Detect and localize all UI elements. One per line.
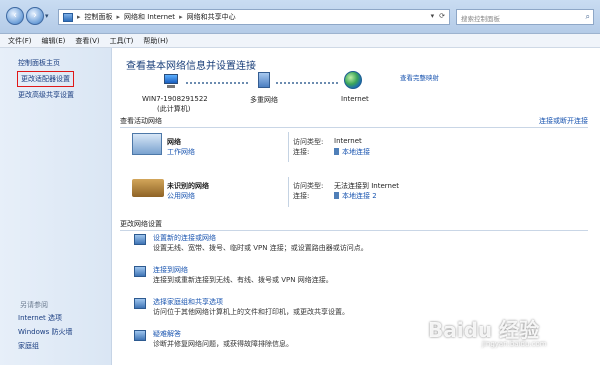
breadcrumb-control-panel[interactable]: 控制面板: [85, 12, 113, 22]
baidu-watermark: Baidu 经验: [428, 318, 540, 342]
menu-view[interactable]: 查看(V): [75, 36, 99, 46]
breadcrumb-separator: ▸: [77, 13, 81, 21]
connection-link-text: 本地连接: [342, 148, 370, 156]
connect-network-icon: [134, 266, 146, 277]
troubleshoot-icon: [134, 330, 146, 341]
sidebar-item-change-adapter-settings[interactable]: 更改适配器设置: [17, 71, 74, 87]
lan-icon: [334, 192, 339, 199]
connection-link[interactable]: 本地连接: [334, 147, 370, 157]
watermark-url: jingyan.baidu.com: [482, 340, 547, 348]
menu-edit[interactable]: 编辑(E): [42, 36, 66, 46]
breadcrumb-network-internet[interactable]: 网络和 Internet: [124, 12, 175, 22]
refresh-icon[interactable]: ⟳: [439, 12, 445, 20]
title-bar: ‹ › ▾ ▸ 控制面板 ▸ 网络和 Internet ▸ 网络和共享中心 ▾ …: [0, 0, 600, 34]
back-button[interactable]: ‹: [6, 7, 24, 25]
task-description: 设置无线、宽带、拨号、临时或 VPN 连接；或设置路由器或访问点。: [153, 244, 368, 252]
task-description: 诊断并修复网络问题，或获得故障排除信息。: [153, 340, 293, 348]
search-icon[interactable]: ⌕: [586, 12, 590, 22]
network-type-link[interactable]: 工作网络: [167, 147, 195, 157]
connection-link[interactable]: 本地连接 2: [334, 191, 377, 201]
menu-help[interactable]: 帮助(H): [143, 36, 168, 46]
breadcrumb-separator: ▸: [179, 13, 183, 21]
connection-link-text: 本地连接 2: [342, 192, 377, 200]
public-network-bench-icon: [132, 179, 164, 197]
divider: [288, 177, 289, 207]
internet-label: Internet: [341, 95, 369, 103]
network-label: 多重网络: [250, 96, 278, 104]
network-name: 网络: [167, 138, 181, 146]
search-placeholder: 搜索控制面板: [461, 15, 500, 23]
sidebar-item-control-panel-home[interactable]: 控制面板主页: [18, 58, 60, 68]
view-full-map-link[interactable]: 查看完整映射: [400, 72, 439, 82]
computer-icon: [164, 74, 184, 92]
network-name: 未识别的网络: [167, 182, 209, 190]
connection-label: 连接:: [293, 148, 310, 156]
menu-bar: 文件(F) 编辑(E) 查看(V) 工具(T) 帮助(H): [0, 34, 600, 48]
change-settings-title: 更改网络设置: [120, 220, 162, 228]
breadcrumb-separator: ▸: [116, 13, 121, 21]
access-type-label: 访问类型:: [293, 138, 324, 146]
task-title[interactable]: 疑难解答: [153, 329, 181, 339]
see-also-homegroup[interactable]: 家庭组: [18, 341, 39, 351]
history-dropdown-icon[interactable]: ▾: [45, 12, 49, 20]
control-panel-icon: [63, 12, 73, 22]
access-type-value: 无法连接到 Internet: [334, 182, 400, 190]
see-also-header: 另请参阅: [20, 301, 48, 309]
task-description: 连接到或重新连接到无线、有线、拨号或 VPN 网络连接。: [153, 276, 333, 284]
address-bar[interactable]: ▸ 控制面板 ▸ 网络和 Internet ▸ 网络和共享中心 ▾ ⟳: [58, 9, 450, 25]
work-network-icon: [132, 133, 162, 155]
network-type-link[interactable]: 公用网络: [167, 191, 195, 201]
internet-globe-icon: [344, 71, 362, 89]
divider: [288, 132, 289, 162]
connection-label: 连接:: [293, 192, 310, 200]
address-dropdown-icon[interactable]: ▾: [431, 12, 435, 20]
sidebar: 控制面板主页 更改适配器设置 更改高级共享设置 另请参阅 Internet 选项…: [0, 48, 112, 365]
task-title[interactable]: 连接到网络: [153, 265, 188, 275]
task-description: 访问位于其他网络计算机上的文件和打印机，或更改共享设置。: [153, 308, 349, 316]
computer-sub-label: (此计算机): [157, 105, 191, 113]
forward-button[interactable]: ›: [26, 7, 44, 25]
homegroup-icon: [134, 298, 146, 309]
access-type-label: 访问类型:: [293, 182, 324, 190]
active-networks-title: 查看活动网络: [120, 117, 162, 125]
menu-file[interactable]: 文件(F): [8, 36, 32, 46]
page-title: 查看基本网络信息并设置连接: [126, 61, 256, 72]
search-input[interactable]: 搜索控制面板 ⌕: [456, 9, 594, 25]
see-also-internet-options[interactable]: Internet 选项: [18, 313, 62, 323]
task-title[interactable]: 设置新的连接或网络: [153, 233, 216, 243]
map-connector: [186, 82, 248, 84]
change-settings-header: 更改网络设置: [120, 219, 588, 231]
see-also-windows-firewall[interactable]: Windows 防火墙: [18, 327, 72, 337]
breadcrumb-network-sharing-center[interactable]: 网络和共享中心: [187, 12, 236, 22]
task-title[interactable]: 选择家庭组和共享选项: [153, 297, 223, 307]
map-connector: [276, 82, 338, 84]
lan-icon: [334, 148, 339, 155]
access-type-value: Internet: [334, 137, 362, 145]
menu-tools[interactable]: 工具(T): [110, 36, 134, 46]
connect-disconnect-link[interactable]: 连接或断开连接: [539, 116, 588, 126]
network-icon: [255, 72, 275, 90]
sidebar-item-advanced-sharing[interactable]: 更改高级共享设置: [18, 90, 74, 100]
computer-name: WIN7-1908291522: [142, 95, 208, 103]
active-networks-header: 查看活动网络 连接或断开连接: [120, 116, 588, 128]
setup-connection-icon: [134, 234, 146, 245]
